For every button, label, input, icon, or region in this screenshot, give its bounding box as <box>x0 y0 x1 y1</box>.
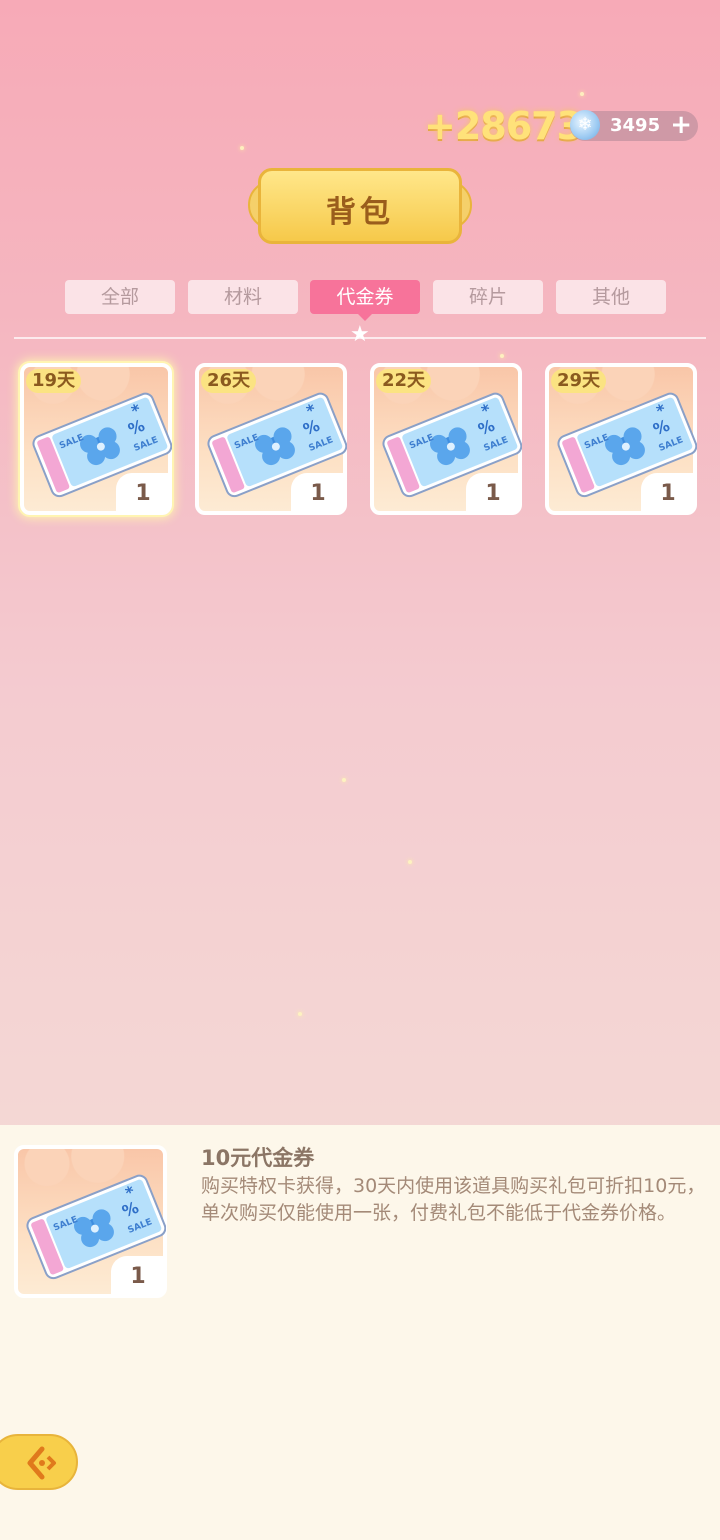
tab-fragments[interactable]: 碎片 <box>433 280 543 314</box>
item-card[interactable]: SALE % SALE * 29天 1 <box>545 363 698 515</box>
expiry-badge: 19天 <box>26 369 82 393</box>
sparkle <box>580 92 584 96</box>
detail-item-count: 1 <box>111 1256 165 1296</box>
gem-counter: ❄ 3495 + <box>570 110 698 141</box>
detail-item-card: SALE % SALE * 1 <box>14 1145 167 1298</box>
tab-other[interactable]: 其他 <box>556 280 666 314</box>
sparkle <box>342 778 346 782</box>
tab-all[interactable]: 全部 <box>65 280 175 314</box>
gem-amount: 3495 <box>610 115 661 136</box>
title-banner: 背包 <box>258 168 462 244</box>
detail-item-name: 10元代金券 <box>201 1146 315 1170</box>
item-count: 1 <box>291 473 345 513</box>
item-count: 1 <box>641 473 695 513</box>
item-card[interactable]: SALE % SALE * 26天 1 <box>195 363 348 515</box>
sparkle <box>298 1012 302 1016</box>
tab-vouchers[interactable]: 代金券 <box>310 280 420 314</box>
item-card[interactable]: SALE % SALE * 19天 1 <box>20 363 173 515</box>
back-arrow-icon <box>27 1446 56 1480</box>
star-icon: ★ <box>350 322 370 347</box>
sparkle <box>408 860 412 864</box>
back-button[interactable] <box>0 1434 78 1490</box>
tab-materials[interactable]: 材料 <box>188 280 298 314</box>
detail-item-description: 购买特权卡获得，30天内使用该道具购买礼包可折扣10元，单次购买仅能使用一张，付… <box>201 1175 706 1224</box>
expiry-badge: 22天 <box>376 369 432 393</box>
expiry-badge: 26天 <box>201 369 257 393</box>
sparkle <box>500 354 504 358</box>
plus-icon[interactable]: + <box>670 110 692 140</box>
sparkle <box>240 146 244 150</box>
page-title: 背包 <box>326 195 394 230</box>
item-count: 1 <box>466 473 520 513</box>
item-count: 1 <box>116 473 170 513</box>
snowflake-gem-icon: ❄ <box>570 110 600 140</box>
expiry-badge: 29天 <box>551 369 607 393</box>
active-tab-indicator <box>358 314 372 321</box>
gold-amount: +28673 <box>424 104 583 148</box>
item-card[interactable]: SALE % SALE * 22天 1 <box>370 363 523 515</box>
